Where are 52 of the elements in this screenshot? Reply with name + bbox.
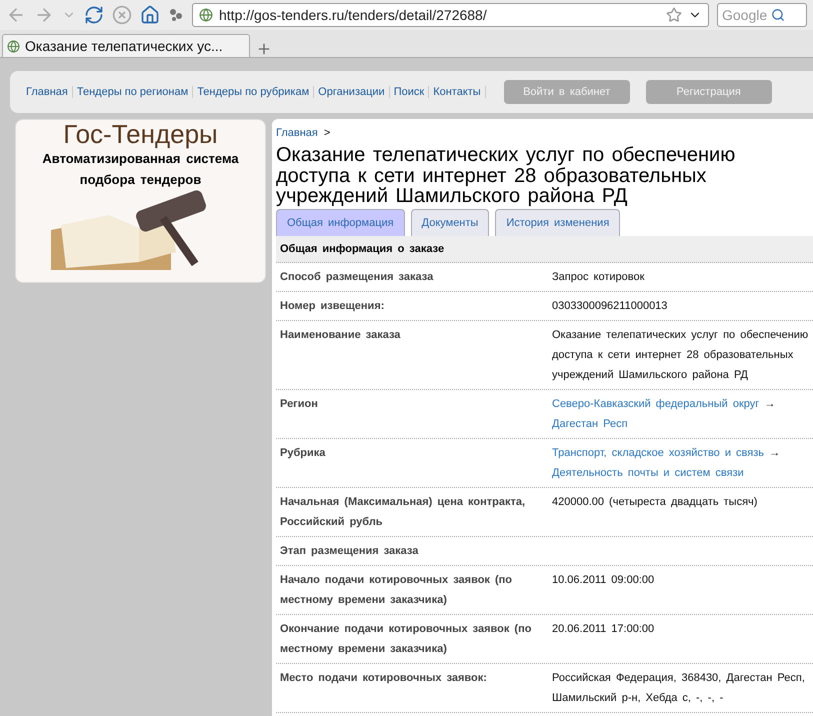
- browser-tab[interactable]: Оказание телепатических ус...: [2, 34, 250, 57]
- tab[interactable]: Документы: [410, 208, 490, 236]
- arrow-separator: →: [769, 446, 780, 458]
- field-value: 420000.00 (четыреста двадцать тысяч): [552, 494, 758, 510]
- arrow-separator: →: [764, 398, 776, 410]
- logo-subtitle: Автоматизированная система подбора тендеров: [41, 150, 240, 189]
- home-icon[interactable]: [140, 5, 160, 25]
- field-value: Оказание телепатических услуг по обеспечению доступа к сети интернет 28 образовательных учреждений Шамильского района РД: [552, 328, 810, 382]
- dots-icon[interactable]: [168, 7, 184, 23]
- value-link[interactable]: Транспорт, складское хозяйство и связь: [552, 446, 764, 458]
- nav-link[interactable]: Поиск: [390, 86, 430, 98]
- value-link[interactable]: Дагестан Респ: [552, 418, 628, 430]
- field-label: Наименование заказа: [280, 328, 402, 342]
- field-value: Запрос котировок: [552, 270, 646, 284]
- nav-link[interactable]: Тендеры по регионам: [72, 86, 194, 98]
- nav-link[interactable]: Тендеры по рубрикам: [193, 86, 314, 98]
- new-tab-icon[interactable]: [256, 41, 272, 57]
- value-link[interactable]: Северо-Кавказский федеральный округ: [552, 398, 760, 410]
- field-label: Место подачи котировочных заявок:: [280, 670, 488, 686]
- field-label: Начальная (Максимальная) цена контракта, Российский рубль: [280, 494, 526, 530]
- breadcrumb-link[interactable]: Главная: [276, 127, 318, 139]
- page-title: Оказание телепатических услуг по обеспечению доступа к сети интернет 28 образовательных учреждений Шамильского района РД: [276, 145, 736, 206]
- nav-link[interactable]: Организации: [314, 86, 390, 98]
- page-icon: [199, 8, 213, 22]
- field-label: Регион: [280, 396, 319, 412]
- star-icon[interactable]: [666, 7, 682, 23]
- search-icon[interactable]: [771, 8, 786, 22]
- field-value: 10.06.2011 09:00:00: [552, 572, 656, 588]
- url-text: http://gos-tenders.ru/tenders/detail/272688/: [219, 7, 488, 23]
- address-bar[interactable]: http://gos-tenders.ru/tenders/detail/272688/: [192, 3, 709, 27]
- field-value: 0303300096211000013: [552, 298, 668, 314]
- field-value: Российская Федерация, 368430, Дагестан Респ, Шамильский р-н, Хебда с, -, -, -: [552, 670, 806, 706]
- field-label: Этап размещения заказа: [280, 544, 420, 558]
- value-link[interactable]: Деятельность почты и систем связи: [552, 466, 744, 478]
- search-placeholder: Google: [722, 7, 768, 23]
- section-header: Общая информация о заказе: [276, 236, 813, 262]
- search-field[interactable]: Google: [717, 3, 807, 27]
- tab[interactable]: История изменения: [495, 208, 620, 236]
- stop-icon[interactable]: [112, 5, 132, 25]
- field-label: Рубрика: [280, 446, 326, 460]
- field-value: 20.06.2011 17:00:00: [552, 622, 656, 636]
- field-label: Способ размещения заказа: [280, 270, 434, 284]
- reload-icon[interactable]: [84, 5, 104, 25]
- tab[interactable]: Общая информация: [276, 208, 405, 236]
- breadcrumb-separator: >: [324, 127, 330, 139]
- nav-link[interactable]: Контакты: [429, 86, 486, 98]
- field-label: Номер извещения:: [280, 298, 386, 314]
- logo-title: Гос-Тендеры: [63, 120, 218, 148]
- page-icon: [7, 40, 20, 52]
- field-label: Начало подачи котировочных заявок (по местному времени заказчика): [280, 572, 513, 608]
- nav-link[interactable]: Главная: [26, 86, 73, 98]
- field-label: Окончание подачи котировочных заявок (по местному времени заказчика): [280, 622, 532, 656]
